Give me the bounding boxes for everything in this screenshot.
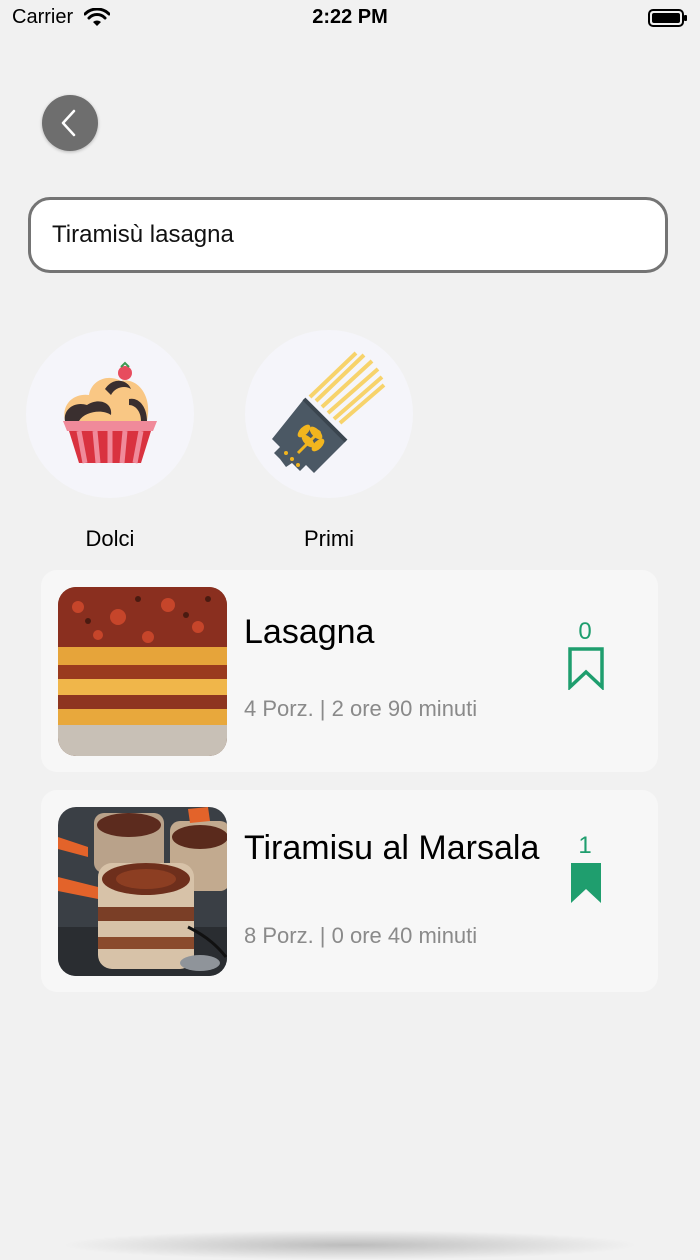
bookmark-filled-icon[interactable] [569,861,603,905]
recipe-card-tiramisu[interactable]: Tiramisu al Marsala 8 Porz. | 0 ore 40 m… [41,790,658,992]
category-primi[interactable]: Primi [245,330,413,551]
pasta-package-icon [272,351,386,473]
search-input[interactable] [52,200,642,270]
bookmark-count: 0 [578,618,592,645]
battery-icon [648,8,688,33]
chevron-left-icon [61,109,76,137]
category-icon-circle[interactable] [26,330,194,498]
search-field[interactable] [28,197,668,273]
back-button[interactable] [42,95,98,151]
recipe-meta: 4 Porz. | 2 ore 90 minuti [244,696,478,721]
bookmark-outline-icon[interactable] [567,646,605,690]
recipe-image [58,807,227,976]
recipe-image [58,587,227,756]
category-label: Dolci [85,526,135,551]
cupcake-icon [63,361,157,464]
status-bar: Carrier 2:22 PM [0,0,700,36]
category-label: Primi [303,526,355,551]
category-dolci[interactable]: Dolci [26,330,194,551]
bookmark-count: 1 [578,832,592,859]
status-time: 2:22 PM [312,6,388,28]
recipe-title: Lasagna [244,613,375,651]
category-icon-circle[interactable] [245,330,413,498]
recipe-meta: 8 Porz. | 0 ore 40 minuti [244,923,478,948]
recipe-title: Tiramisu al Marsala [244,829,540,867]
bottom-shadow [60,1230,640,1260]
recipe-card-lasagna[interactable]: Lasagna 4 Porz. | 2 ore 90 minuti 0 [41,570,658,772]
